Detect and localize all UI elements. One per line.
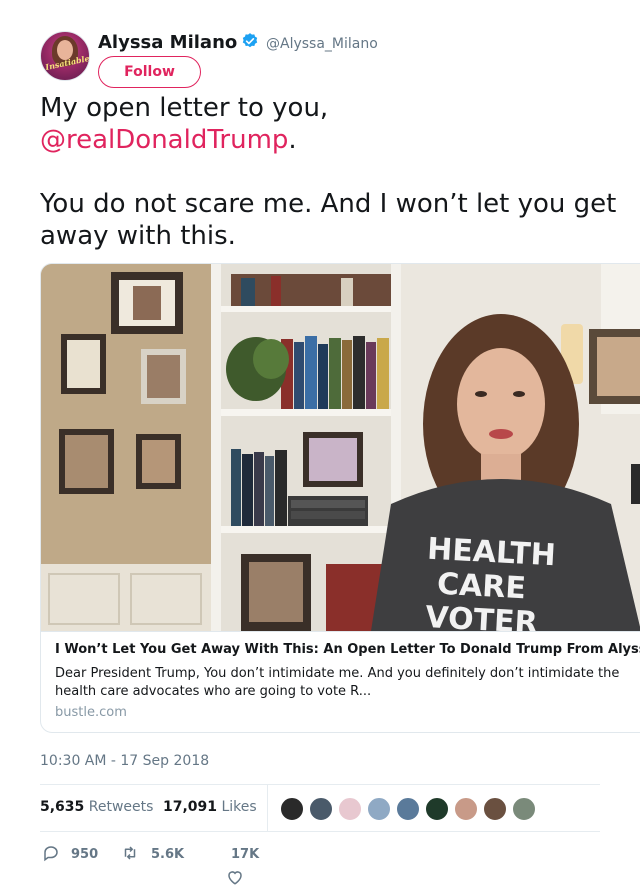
liker-avatar[interactable]	[309, 797, 333, 821]
heart-icon	[228, 871, 242, 885]
retweets-stat[interactable]: 5,635 Retweets	[40, 799, 153, 815]
verified-badge-icon	[242, 33, 258, 48]
reply-count: 950	[71, 847, 99, 862]
liker-avatar[interactable]	[367, 797, 391, 821]
liker-avatar[interactable]	[512, 797, 536, 821]
follow-button[interactable]: Follow	[98, 56, 201, 88]
tweet-header: Insatiable Alyssa Milano @Alyssa_Milano …	[40, 28, 640, 92]
card-title[interactable]: I Won’t Let You Get Away With This: An O…	[55, 642, 640, 657]
retweet-icon	[124, 846, 136, 860]
retweets-count: 5,635	[40, 799, 85, 815]
shirt-text-3: VOTER	[425, 600, 539, 631]
avatar[interactable]: Insatiable	[40, 31, 90, 81]
likes-count: 17,091	[163, 799, 218, 815]
tweet-line-1: My open letter to you,	[40, 93, 329, 123]
likes-label: Likes	[221, 799, 257, 815]
stats-separator	[267, 785, 268, 831]
card-description: Dear President Trump, You don’t intimida…	[55, 666, 620, 699]
display-name[interactable]: Alyssa Milano	[98, 32, 237, 53]
liker-avatar[interactable]	[425, 797, 449, 821]
like-count: 17K	[231, 847, 260, 862]
stats-row: 5,635 Retweets 17,091 Likes	[40, 785, 600, 831]
link-card[interactable]: HEALTH CARE VOTER I Won’t Let You Get Aw…	[40, 263, 640, 733]
liker-avatar[interactable]	[280, 797, 304, 821]
liker-avatar[interactable]	[454, 797, 478, 821]
mention-suffix: .	[288, 125, 297, 155]
liker-avatar[interactable]	[396, 797, 420, 821]
liker-avatar[interactable]	[483, 797, 507, 821]
card-image: HEALTH CARE VOTER	[41, 264, 640, 631]
card-body: I Won’t Let You Get Away With This: An O…	[41, 631, 640, 732]
likes-stat[interactable]: 17,091 Likes	[163, 799, 257, 815]
tweet-text: My open letter to you, @realDonaldTrump.…	[40, 92, 630, 252]
retweets-label: Retweets	[88, 799, 154, 815]
mention-link[interactable]: @realDonaldTrump	[40, 125, 288, 155]
actions-row: 950 5.6K 17K	[40, 840, 600, 885]
retweet-count: 5.6K	[151, 847, 185, 862]
tweet-line-3: You do not scare me. And I won’t let you…	[40, 189, 617, 251]
timestamp[interactable]: 10:30 AM - 17 Sep 2018	[40, 753, 209, 769]
user-handle[interactable]: @Alyssa_Milano	[266, 36, 378, 52]
reply-icon	[44, 846, 58, 862]
liker-avatar[interactable]	[338, 797, 362, 821]
card-domain: bustle.com	[55, 705, 127, 720]
divider-bottom	[40, 831, 600, 832]
